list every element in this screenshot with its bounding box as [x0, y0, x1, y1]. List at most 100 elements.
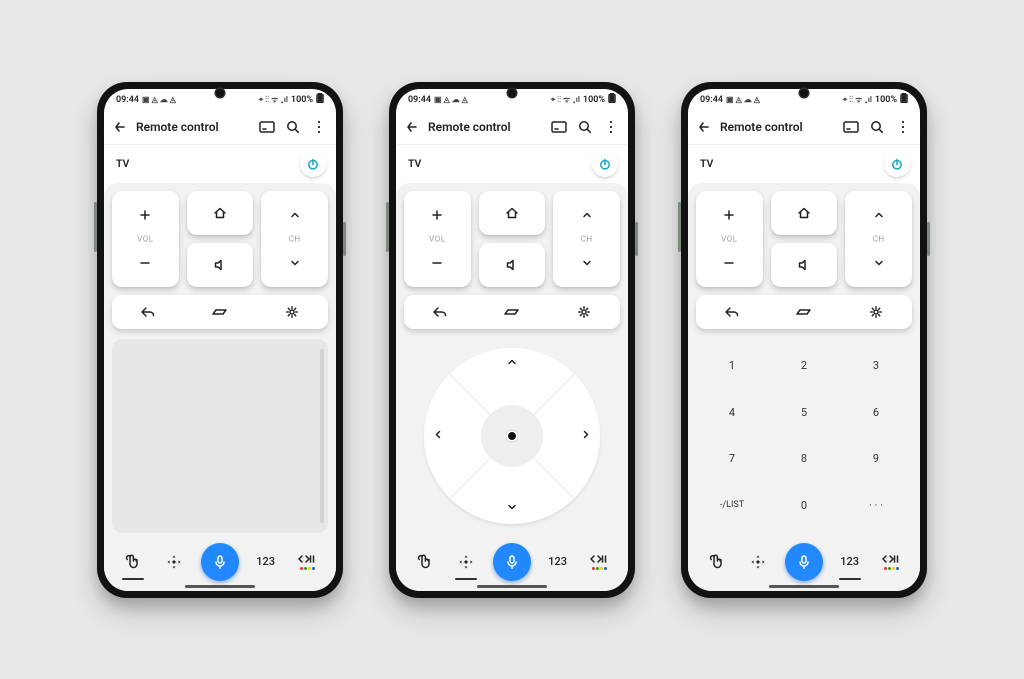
status-left-icons: ▣ ◬ ☁ ◬ — [726, 95, 760, 104]
numkey-1[interactable]: 1 — [696, 343, 768, 390]
tab-touchpad[interactable] — [410, 547, 440, 577]
numkey-list[interactable]: -/LIST — [696, 482, 768, 529]
dpad-up[interactable] — [507, 358, 517, 369]
volume-down[interactable] — [112, 239, 179, 287]
remote-body: VOL CH — [104, 183, 336, 591]
tab-numpad[interactable]: 123 — [835, 547, 865, 577]
more-icon[interactable] — [600, 120, 622, 134]
volume-label: VOL — [429, 234, 445, 243]
volume-down[interactable] — [696, 239, 763, 287]
back-button[interactable] — [400, 120, 424, 134]
numkey-more[interactable]: · · · — [840, 482, 912, 529]
device-name[interactable]: TV — [700, 157, 713, 170]
channel-down[interactable] — [845, 239, 912, 287]
scroll-indicator[interactable] — [320, 349, 324, 523]
battery-icon — [608, 93, 616, 106]
tab-media[interactable] — [876, 547, 906, 577]
media-color-dots — [884, 567, 899, 570]
back-tv-button[interactable] — [696, 295, 768, 329]
channel-up[interactable] — [845, 191, 912, 239]
home-button[interactable] — [771, 191, 838, 235]
cast-icon[interactable] — [548, 121, 570, 133]
tab-numpad[interactable]: 123 — [251, 547, 281, 577]
cast-icon[interactable] — [840, 121, 862, 133]
media-color-dots — [592, 567, 607, 570]
battery-icon — [900, 93, 908, 106]
numkey-3[interactable]: 3 — [840, 343, 912, 390]
search-icon[interactable] — [866, 120, 888, 134]
dpad-left[interactable] — [434, 429, 442, 442]
dpad-right[interactable] — [582, 429, 590, 442]
mute-button[interactable] — [187, 243, 254, 287]
channel-up[interactable] — [553, 191, 620, 239]
volume-label: VOL — [721, 234, 737, 243]
numkey-5[interactable]: 5 — [768, 389, 840, 436]
volume-up[interactable] — [404, 191, 471, 239]
device-name[interactable]: TV — [408, 157, 421, 170]
more-icon[interactable] — [892, 120, 914, 134]
voice-button[interactable] — [785, 543, 823, 581]
gesture-bar — [477, 585, 547, 588]
voice-button[interactable] — [493, 543, 531, 581]
source-button[interactable] — [184, 295, 256, 329]
settings-button[interactable] — [256, 295, 328, 329]
bottom-nav: 123 — [112, 541, 328, 591]
phone-screen: 09:44 ▣ ◬ ☁ ◬ ⌖ ⋮⋮ ᯤ ₊ıl 100% Remote con… — [104, 89, 336, 591]
numkey-9[interactable]: 9 — [840, 436, 912, 483]
tab-media[interactable] — [584, 547, 614, 577]
numpad: 1 2 3 4 5 6 7 8 9 -/LIST 0 · · · — [696, 339, 912, 533]
search-icon[interactable] — [574, 120, 596, 134]
tab-numpad[interactable]: 123 — [543, 547, 573, 577]
touchpad-surface[interactable] — [112, 339, 328, 533]
mute-button[interactable] — [479, 243, 546, 287]
numkey-6[interactable]: 6 — [840, 389, 912, 436]
dynamic-panel — [404, 339, 620, 533]
tab-media[interactable] — [292, 547, 322, 577]
numkey-8[interactable]: 8 — [768, 436, 840, 483]
dpad-ok[interactable] — [481, 405, 543, 467]
channel-down[interactable] — [261, 239, 328, 287]
power-button[interactable] — [884, 151, 910, 177]
home-button[interactable] — [479, 191, 546, 235]
settings-button[interactable] — [840, 295, 912, 329]
source-button[interactable] — [476, 295, 548, 329]
settings-button[interactable] — [548, 295, 620, 329]
tab-dpad[interactable] — [159, 547, 189, 577]
power-button[interactable] — [592, 151, 618, 177]
remote-body: VOL CH — [396, 183, 628, 591]
numkey-7[interactable]: 7 — [696, 436, 768, 483]
back-tv-button[interactable] — [404, 295, 476, 329]
channel-up[interactable] — [261, 191, 328, 239]
numkey-0[interactable]: 0 — [768, 482, 840, 529]
tab-touchpad[interactable] — [118, 547, 148, 577]
more-icon[interactable] — [308, 120, 330, 134]
page-title: Remote control — [428, 120, 544, 134]
numkey-4[interactable]: 4 — [696, 389, 768, 436]
phone-mockup-dpad: 09:44 ▣ ◬ ☁ ◬ ⌖ ⋮⋮ ᯤ ₊ıl 100% Remote con… — [389, 82, 635, 598]
tab-touchpad[interactable] — [702, 547, 732, 577]
dynamic-panel — [112, 339, 328, 533]
tab-dpad[interactable] — [451, 547, 481, 577]
page-title: Remote control — [136, 120, 252, 134]
volume-up[interactable] — [696, 191, 763, 239]
media-color-dots — [300, 567, 315, 570]
home-button[interactable] — [187, 191, 254, 235]
dpad-dot-icon — [506, 430, 518, 442]
channel-down[interactable] — [553, 239, 620, 287]
back-tv-button[interactable] — [112, 295, 184, 329]
back-button[interactable] — [692, 120, 716, 134]
tab-dpad[interactable] — [743, 547, 773, 577]
voice-button[interactable] — [201, 543, 239, 581]
dpad-down[interactable] — [507, 503, 517, 514]
volume-up[interactable] — [112, 191, 179, 239]
volume-down[interactable] — [404, 239, 471, 287]
back-button[interactable] — [108, 120, 132, 134]
mid-column — [771, 191, 838, 287]
cast-icon[interactable] — [256, 121, 278, 133]
mute-button[interactable] — [771, 243, 838, 287]
device-name[interactable]: TV — [116, 157, 129, 170]
power-button[interactable] — [300, 151, 326, 177]
numkey-2[interactable]: 2 — [768, 343, 840, 390]
source-button[interactable] — [768, 295, 840, 329]
search-icon[interactable] — [282, 120, 304, 134]
